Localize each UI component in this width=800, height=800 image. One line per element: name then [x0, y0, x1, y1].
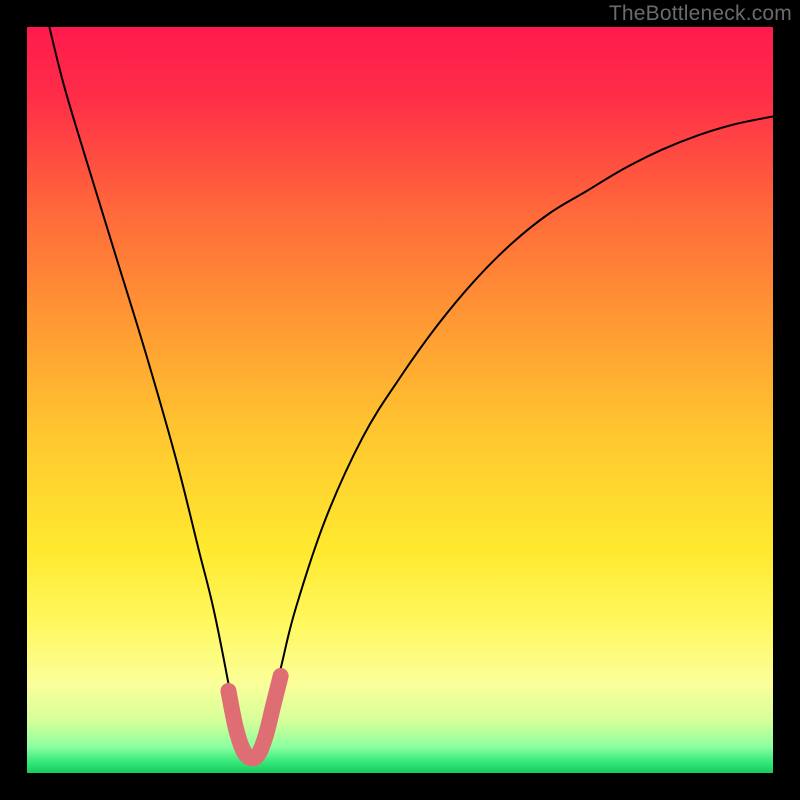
watermark-text: TheBottleneck.com [609, 2, 792, 26]
chart-area [27, 27, 773, 773]
gradient-background [27, 27, 773, 773]
chart-svg [27, 27, 773, 773]
